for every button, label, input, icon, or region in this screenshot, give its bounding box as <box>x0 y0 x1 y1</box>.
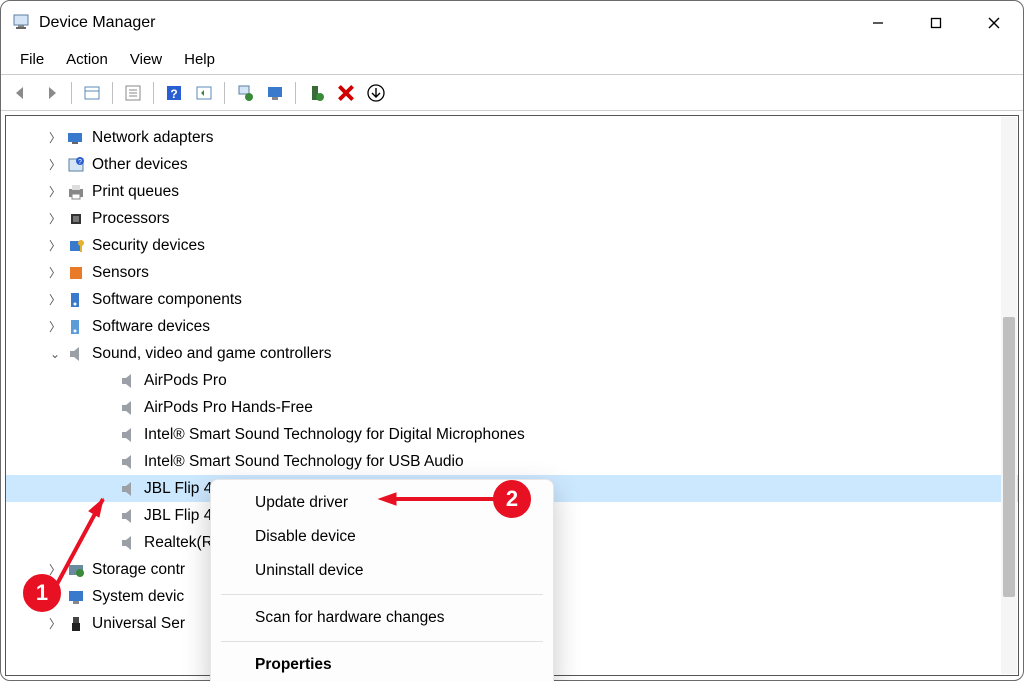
category-security-devices[interactable]: 〉 Security devices <box>6 232 1018 259</box>
toolbar-scan-button[interactable] <box>261 79 289 107</box>
chevron-right-icon[interactable]: 〉 <box>46 186 64 198</box>
network-icon <box>66 128 86 148</box>
close-button[interactable] <box>965 1 1023 45</box>
printer-icon <box>66 182 86 202</box>
software-devices-icon <box>66 317 86 337</box>
svg-text:?: ? <box>170 87 177 101</box>
toolbar-action-button[interactable] <box>190 79 218 107</box>
menu-view[interactable]: View <box>119 48 173 71</box>
category-software-devices[interactable]: 〉 Software devices <box>6 313 1018 340</box>
toolbar-forward-button[interactable] <box>37 79 65 107</box>
category-software-components[interactable]: 〉 Software components <box>6 286 1018 313</box>
speaker-icon <box>118 425 138 445</box>
chevron-down-icon[interactable]: ⌄ <box>46 348 64 360</box>
toolbar-properties-button[interactable] <box>119 79 147 107</box>
speaker-icon <box>118 506 138 526</box>
toolbar-back-button[interactable] <box>7 79 35 107</box>
svg-text:?: ? <box>78 159 82 166</box>
category-other-devices[interactable]: 〉 ? Other devices <box>6 151 1018 178</box>
speaker-icon <box>66 344 86 364</box>
toolbar: ? <box>1 75 1023 111</box>
annotation-badge-2: 2 <box>493 480 531 518</box>
annotation-badge-1: 1 <box>23 574 61 612</box>
toolbar-help-button[interactable]: ? <box>160 79 188 107</box>
speaker-icon <box>118 452 138 472</box>
software-components-icon <box>66 290 86 310</box>
security-icon <box>66 236 86 256</box>
context-separator <box>221 641 543 642</box>
toolbar-update-driver-button[interactable] <box>231 79 259 107</box>
chevron-right-icon[interactable]: 〉 <box>46 618 64 630</box>
category-print-queues[interactable]: 〉 Print queues <box>6 178 1018 205</box>
other-devices-icon: ? <box>66 155 86 175</box>
chevron-right-icon[interactable]: 〉 <box>46 321 64 333</box>
system-icon <box>66 587 86 607</box>
device-airpods-pro[interactable]: AirPods Pro <box>6 367 1018 394</box>
toolbar-separator <box>224 82 225 104</box>
device-intel-sst-microphones[interactable]: Intel® Smart Sound Technology for Digita… <box>6 421 1018 448</box>
chevron-right-icon[interactable]: 〉 <box>46 213 64 225</box>
device-airpods-pro-handsfree[interactable]: AirPods Pro Hands-Free <box>6 394 1018 421</box>
maximize-button[interactable] <box>907 1 965 45</box>
category-sensors[interactable]: 〉 Sensors <box>6 259 1018 286</box>
cpu-icon <box>66 209 86 229</box>
toolbar-separator <box>71 82 72 104</box>
context-disable-device[interactable]: Disable device <box>211 520 553 554</box>
category-network-adapters[interactable]: 〉 Network adapters <box>6 124 1018 151</box>
toolbar-separator <box>295 82 296 104</box>
chevron-right-icon[interactable]: 〉 <box>46 240 64 252</box>
context-separator <box>221 594 543 595</box>
chevron-right-icon[interactable]: 〉 <box>46 294 64 306</box>
menubar: File Action View Help <box>1 45 1023 75</box>
context-scan-hardware[interactable]: Scan for hardware changes <box>211 601 553 635</box>
toolbar-down-button[interactable] <box>362 79 390 107</box>
category-sound-video-game[interactable]: ⌄ Sound, video and game controllers <box>6 340 1018 367</box>
context-uninstall-device[interactable]: Uninstall device <box>211 554 553 588</box>
category-processors[interactable]: 〉 Processors <box>6 205 1018 232</box>
titlebar: Device Manager <box>1 1 1023 45</box>
speaker-icon <box>118 371 138 391</box>
chevron-right-icon[interactable]: 〉 <box>46 564 64 576</box>
sensor-icon <box>66 263 86 283</box>
chevron-right-icon[interactable]: 〉 <box>46 267 64 279</box>
speaker-icon <box>118 479 138 499</box>
chevron-right-icon[interactable]: 〉 <box>46 132 64 144</box>
toolbar-separator <box>112 82 113 104</box>
scrollbar[interactable] <box>1001 117 1017 674</box>
scrollbar-thumb[interactable] <box>1003 317 1015 597</box>
chevron-right-icon[interactable]: 〉 <box>46 159 64 171</box>
menu-action[interactable]: Action <box>55 48 119 71</box>
device-intel-sst-usb-audio[interactable]: Intel® Smart Sound Technology for USB Au… <box>6 448 1018 475</box>
toolbar-uninstall-button[interactable] <box>332 79 360 107</box>
window: Device Manager File Action View Help <box>0 0 1024 681</box>
window-title: Device Manager <box>39 14 156 32</box>
storage-icon <box>66 560 86 580</box>
context-properties[interactable]: Properties <box>211 648 553 681</box>
minimize-button[interactable] <box>849 1 907 45</box>
menu-help[interactable]: Help <box>173 48 226 71</box>
toolbar-separator <box>153 82 154 104</box>
speaker-icon <box>118 533 138 553</box>
toolbar-show-hidden-button[interactable] <box>78 79 106 107</box>
window-controls <box>849 1 1023 45</box>
toolbar-enable-button[interactable] <box>302 79 330 107</box>
speaker-icon <box>118 398 138 418</box>
menu-file[interactable]: File <box>9 48 55 71</box>
usb-icon <box>66 614 86 634</box>
app-icon <box>11 13 31 33</box>
